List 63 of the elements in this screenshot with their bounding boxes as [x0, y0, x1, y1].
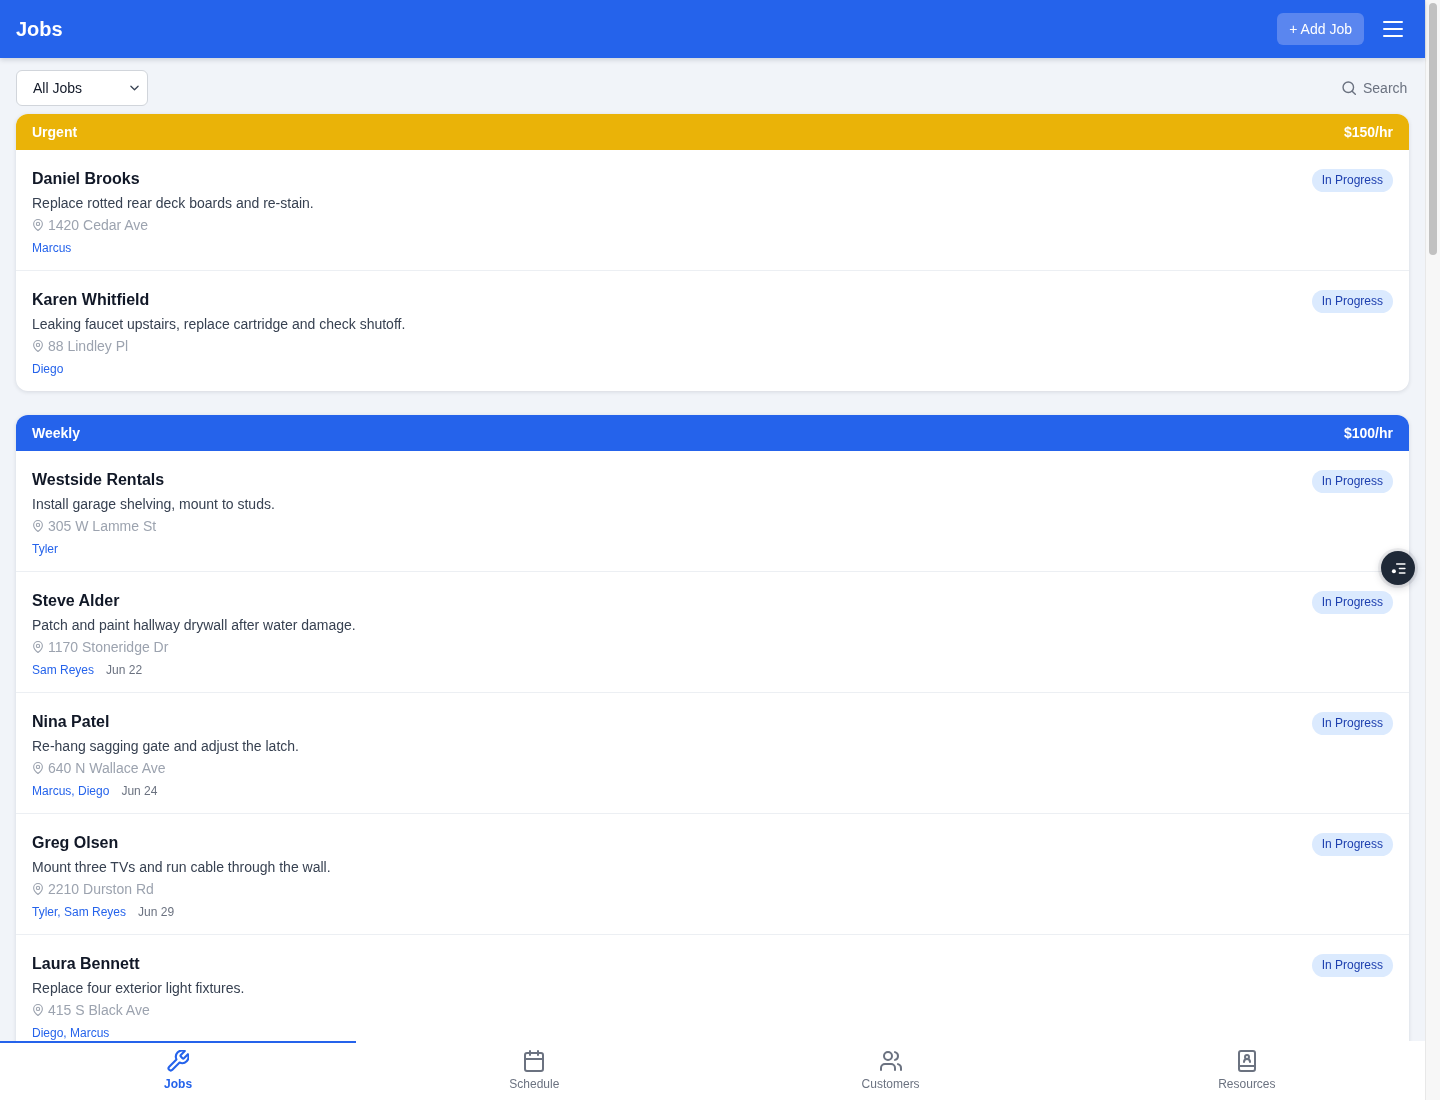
wrench-icon: [167, 1050, 190, 1072]
search-icon: [1342, 81, 1356, 95]
users-icon: [879, 1050, 902, 1072]
location-pin-icon: [33, 1004, 43, 1016]
location-pin-icon: [33, 641, 43, 653]
assignee-names[interactable]: Sam Reyes: [32, 661, 95, 679]
assignee-names[interactable]: Diego: [32, 360, 64, 378]
status-badge: In Progress: [1311, 954, 1393, 977]
group-title: Weekly: [32, 425, 80, 441]
job-date: Jun 24: [121, 783, 158, 800]
customer-name: Laura Bennett: [32, 954, 141, 974]
assignee-names[interactable]: Diego, Marcus: [32, 1024, 110, 1041]
job-description: Leaking faucet upstairs, replace cartridge and check shutoff.: [32, 315, 406, 334]
location-pin-icon: [33, 762, 43, 774]
scrollbar-thumb[interactable]: [1429, 3, 1437, 255]
customer-name: Westside Rentals: [32, 470, 166, 490]
status-badge: In Progress: [1311, 591, 1393, 614]
job-description: Replace four exterior light fixtures.: [32, 979, 245, 998]
job-date: Jun 29: [138, 904, 175, 921]
menu-icon[interactable]: [1383, 21, 1403, 37]
contact-book-icon: [1235, 1050, 1258, 1072]
job-address: 88 Lindley Pl: [48, 337, 129, 356]
list-icon: [1390, 562, 1406, 574]
assignee-names[interactable]: Marcus: [32, 239, 72, 257]
location-pin-icon: [33, 520, 43, 532]
customer-name: Daniel Brooks: [32, 169, 141, 189]
calendar-icon: [523, 1050, 546, 1072]
search-field[interactable]: Search: [1363, 80, 1409, 96]
job-address: 1420 Cedar Ave: [48, 216, 149, 235]
chevron-down-icon: [130, 85, 139, 91]
status-badge: In Progress: [1311, 712, 1393, 735]
job-address: 415 S Black Ave: [48, 1001, 150, 1020]
group-title: Urgent: [32, 124, 78, 140]
status-badge: In Progress: [1311, 470, 1393, 493]
customer-name: Karen Whitfield: [32, 290, 151, 310]
page-title: Jobs: [16, 17, 63, 42]
location-pin-icon: [33, 883, 43, 895]
status-badge: In Progress: [1311, 290, 1393, 313]
job-description: Mount three TVs and run cable through the wall.: [32, 858, 331, 877]
customer-name: Nina Patel: [32, 712, 111, 732]
scrollbar[interactable]: [1425, 0, 1440, 1100]
job-description: Replace rotted rear deck boards and re-stain.: [32, 194, 314, 213]
assignee-names[interactable]: Tyler: [32, 540, 58, 558]
assignee-names[interactable]: Tyler, Sam Reyes: [32, 903, 127, 921]
hourly-rate: $100/hr: [1343, 425, 1393, 441]
job-address: 2210 Durston Rd: [48, 880, 154, 899]
add-job-button[interactable]: + Add Job: [1277, 13, 1364, 45]
location-pin-icon: [33, 340, 43, 352]
job-description: Re-hang sagging gate and adjust the latch.: [32, 737, 299, 756]
status-badge: In Progress: [1311, 833, 1393, 856]
job-address: 640 N Wallace Ave: [48, 759, 166, 778]
location-pin-icon: [33, 219, 43, 231]
assignee-names[interactable]: Marcus, Diego: [32, 782, 110, 800]
job-description: Patch and paint hallway drywall after water damage.: [32, 616, 356, 635]
customer-name: Steve Alder: [32, 591, 121, 611]
filter-dropdown[interactable]: All Jobs: [16, 70, 148, 106]
job-date: Jun 22: [106, 662, 143, 679]
job-description: Install garage shelving, mount to studs.: [32, 495, 275, 514]
hourly-rate: $150/hr: [1343, 124, 1393, 140]
job-address: 305 W Lamme St: [48, 517, 157, 536]
status-badge: In Progress: [1311, 169, 1393, 192]
job-address: 1170 Stoneridge Dr: [48, 638, 169, 657]
customer-name: Greg Olsen: [32, 833, 120, 853]
